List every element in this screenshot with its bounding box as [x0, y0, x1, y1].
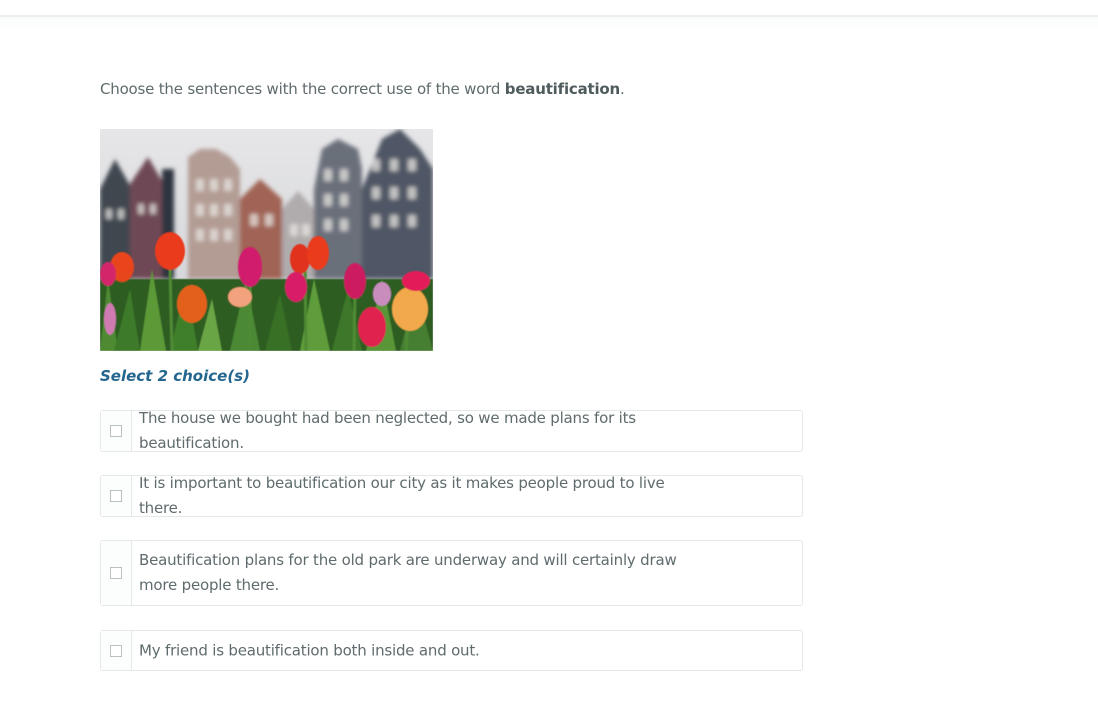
select-count-instruction: Select 2 choice(s): [100, 367, 250, 385]
choice-2[interactable]: It is important to beautification our ci…: [100, 474, 803, 517]
checkbox-icon[interactable]: [110, 425, 122, 437]
choice-3[interactable]: Beautification plans for the old park ar…: [100, 540, 803, 606]
choice-text: The house we bought had been neglected, …: [139, 409, 636, 452]
choice-checkbox-column: [101, 541, 132, 605]
top-bar-shadow: [0, 17, 1098, 35]
checkbox-icon[interactable]: [110, 567, 122, 579]
checkbox-icon[interactable]: [110, 644, 122, 657]
question-prompt: Choose the sentences with the correct us…: [100, 80, 625, 98]
question-suffix: .: [620, 80, 625, 98]
choice-1[interactable]: The house we bought had been neglected, …: [100, 409, 803, 452]
choice-4[interactable]: My friend is beautification both inside …: [100, 630, 803, 671]
tulips-photo-illustration: [100, 129, 433, 351]
question-keyword: beautification: [504, 80, 620, 98]
choice-text: My friend is beautification both inside …: [139, 641, 480, 659]
choice-checkbox-column: [101, 411, 132, 451]
question-prefix: Choose the sentences with the correct us…: [100, 80, 505, 98]
tulips-photo: [100, 129, 433, 351]
choice-text: Beautification plans for the old park ar…: [139, 551, 677, 594]
choice-text: It is important to beautification our ci…: [139, 474, 665, 517]
checkbox-icon[interactable]: [110, 490, 122, 502]
choice-checkbox-column: [101, 476, 132, 516]
top-bar: [0, 0, 1098, 17]
choice-checkbox-column: [101, 631, 132, 670]
